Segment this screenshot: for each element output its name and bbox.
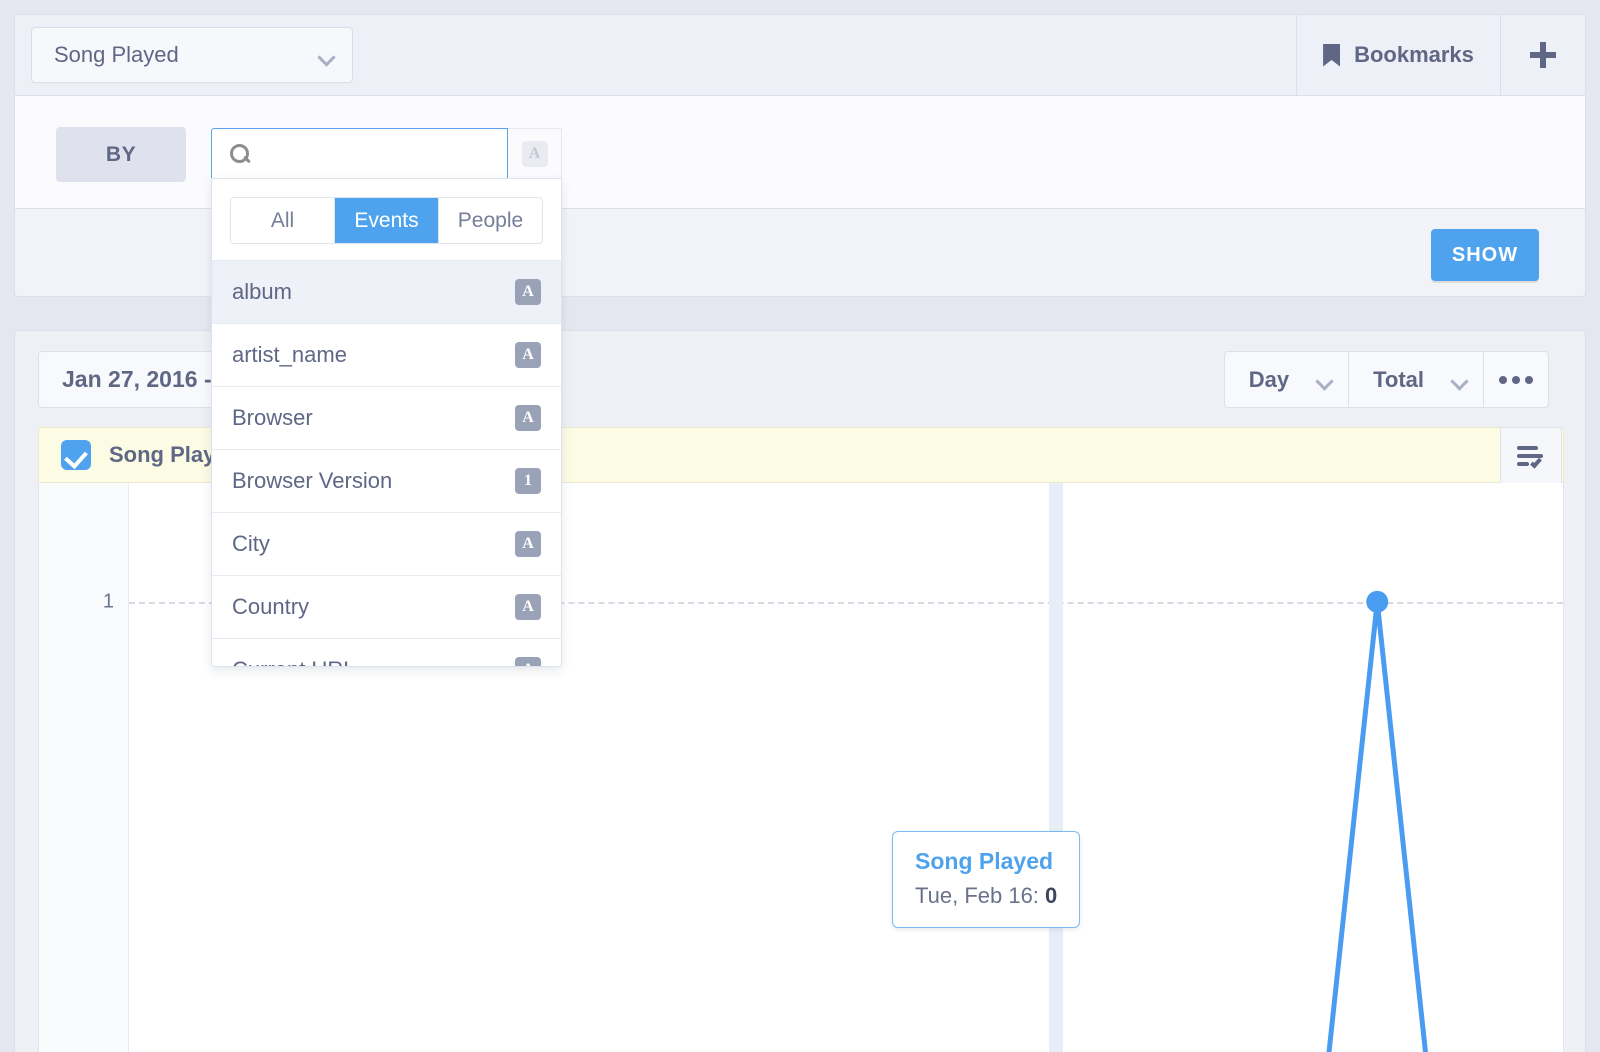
property-dropdown-panel: All Events People album A artist_name A … [211,178,562,667]
option-label: Current URL [232,657,355,667]
bookmarks-button[interactable]: Bookmarks [1296,15,1501,95]
aggregation-dropdown[interactable]: Total [1349,352,1484,407]
show-button[interactable]: SHOW [1431,229,1539,281]
chevron-down-icon [319,51,334,60]
tab-events[interactable]: Events [335,198,439,243]
option-label: Browser Version [232,468,392,494]
option-label: Country [232,594,309,620]
event-select-label: Song Played [54,42,179,68]
add-report-button[interactable] [1501,15,1585,95]
property-search-box[interactable] [211,128,508,179]
dropdown-option-browser[interactable]: Browser A [212,386,561,449]
property-type-badge: 1 [515,468,541,494]
event-selector-container: Song Played [15,15,1296,95]
property-type-badge: A [515,657,541,667]
plus-icon [1530,42,1556,68]
tab-people[interactable]: People [439,198,542,243]
tooltip-title: Song Played [915,848,1057,875]
property-search-container: A [211,128,562,179]
event-select-dropdown[interactable]: Song Played [31,27,353,83]
dropdown-option-album[interactable]: album A [212,260,561,323]
ellipsis-icon [1499,376,1507,384]
chevron-down-icon [1317,375,1332,384]
dropdown-option-browser-version[interactable]: Browser Version 1 [212,449,561,512]
dropdown-option-current-url[interactable]: Current URL A [212,638,561,667]
property-type-badge: A [515,594,541,620]
dropdown-tabs-container: All Events People [212,179,561,260]
aggregation-label: Total [1373,367,1424,393]
option-label: Browser [232,405,313,431]
ellipsis-icon [1512,376,1520,384]
series-visibility-checkbox[interactable] [61,440,91,470]
search-input[interactable] [242,142,507,165]
bookmarks-label: Bookmarks [1354,42,1474,68]
bookmark-icon [1323,44,1340,67]
chevron-down-icon [1452,375,1467,384]
property-type-badge: A [515,531,541,557]
chart-controls: Day Total [1224,351,1549,408]
option-label: artist_name [232,342,347,368]
interval-label: Day [1249,367,1289,393]
event-selector-bar: Song Played Bookmarks [14,14,1586,96]
list-check-icon [1517,445,1545,467]
ellipsis-icon [1525,376,1533,384]
property-type-badge: A [515,279,541,305]
interval-dropdown[interactable]: Day [1225,352,1349,407]
property-type-badge: A [515,342,541,368]
series-select-button[interactable] [1500,427,1562,484]
search-type-indicator: A [508,128,562,179]
option-label: album [232,279,292,305]
text-type-badge: A [522,141,548,167]
dropdown-tabs: All Events People [230,197,543,244]
more-options-button[interactable] [1484,352,1548,407]
dropdown-option-city[interactable]: City A [212,512,561,575]
tooltip-value: Tue, Feb 16: 0 [915,883,1057,909]
app-root: Song Played Bookmarks BY A SHOW [0,0,1600,1052]
tooltip-value-text: Tue, Feb 16: 0 [915,883,1057,908]
by-label: BY [106,143,136,167]
search-icon [230,144,234,164]
chart-data-point[interactable] [1366,591,1388,613]
property-type-badge: A [515,405,541,431]
dropdown-option-artist-name[interactable]: artist_name A [212,323,561,386]
by-button[interactable]: BY [56,127,186,182]
option-label: City [232,531,270,557]
dropdown-option-country[interactable]: Country A [212,575,561,638]
tab-all[interactable]: All [231,198,335,243]
chart-tooltip: Song Played Tue, Feb 16: 0 [892,831,1080,928]
